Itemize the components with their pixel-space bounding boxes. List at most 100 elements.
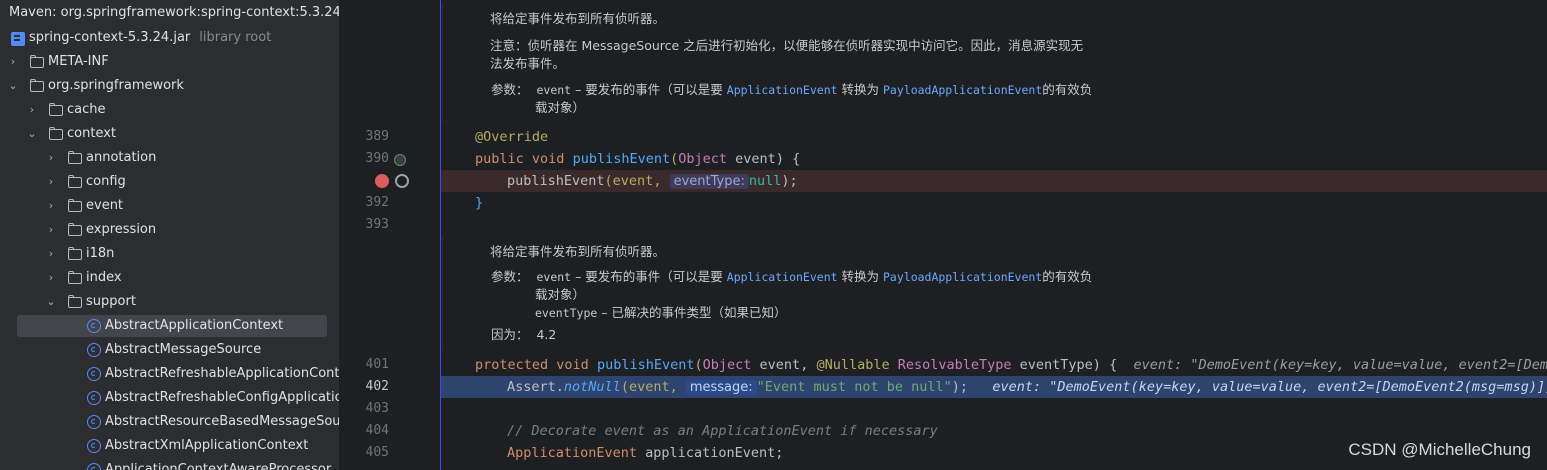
line-number: 401 — [365, 357, 389, 372]
folder-icon — [67, 175, 82, 188]
doc-param2: eventType – 已解决的事件类型（如果已知） — [535, 304, 787, 322]
code-text: ApplicationEvent applicationEvent; — [507, 445, 784, 461]
doc-params-label: 参数： — [491, 269, 529, 284]
doc-param-name: event — [536, 83, 572, 97]
debug-frame-icon[interactable] — [395, 174, 409, 188]
tree-item[interactable]: › META-INF — [0, 50, 339, 74]
chevron-right-icon[interactable]: › — [45, 218, 57, 242]
chevron-down-icon[interactable]: ⌄ — [45, 290, 57, 314]
code-line[interactable]: 392 } — [340, 192, 1547, 214]
code-text: publishEvent(event, eventType: null); — [507, 173, 798, 189]
class-icon — [87, 391, 101, 405]
tree-item[interactable]: › annotation — [0, 146, 339, 170]
doc-link-type[interactable]: ApplicationEvent — [727, 270, 838, 284]
chevron-right-icon[interactable]: › — [45, 146, 57, 170]
tree-item[interactable]: › config — [0, 170, 339, 194]
doc-comment-block: 将给定事件发布到所有侦听器。 参数： event – 要发布的事件（可以是要 A… — [442, 237, 1506, 351]
doc-param-name: eventType — [535, 306, 598, 320]
tree-item-label: support — [86, 294, 136, 309]
chevron-right-icon[interactable]: › — [7, 50, 19, 74]
chevron-down-icon[interactable]: ⌄ — [26, 122, 38, 146]
tree-item[interactable]: › event — [0, 194, 339, 218]
tree-item[interactable]: AbstractXmlApplicationContext — [0, 434, 339, 458]
doc-comment-block: 将给定事件发布到所有侦听器。 注意：侦听器在 MessageSource 之后进… — [442, 4, 1506, 122]
line-number: 402 — [365, 379, 389, 394]
sidebar-title: Maven: org.springframework:spring-contex… — [9, 5, 340, 20]
code-text: protected void publishEvent(Object event… — [475, 354, 1547, 376]
tree-item-label: annotation — [86, 150, 157, 165]
chevron-right-icon[interactable]: › — [45, 170, 57, 194]
tree-item[interactable]: ⌄ org.springframework — [0, 74, 339, 98]
code-line[interactable]: 404 // Decorate event as an ApplicationE… — [340, 420, 1547, 442]
tree-item-label: event — [86, 198, 124, 213]
tree-item[interactable]: ApplicationContextAwareProcessor — [0, 458, 339, 470]
tree-item-label: expression — [86, 222, 157, 237]
tree-item[interactable]: › expression — [0, 218, 339, 242]
folder-icon — [48, 127, 63, 140]
tree-item-label: config — [86, 174, 126, 189]
tree-item-label: spring-context-5.3.24.jar library root — [29, 30, 272, 45]
folder-icon — [67, 223, 82, 236]
tree-item[interactable]: AbstractRefreshableApplicationContex — [0, 362, 339, 386]
code-line-current[interactable]: 402 Assert.notNull(event, message: "Event… — [340, 376, 1547, 398]
tree-item-label: ApplicationContextAwareProcessor — [105, 462, 332, 470]
folder-icon — [29, 55, 44, 68]
code-text: } — [475, 195, 484, 211]
chevron-right-icon[interactable]: › — [45, 242, 57, 266]
doc-param-desc: – 要发布的事件（可以是要 — [571, 82, 727, 97]
folder-icon — [67, 247, 82, 260]
override-gutter-icon[interactable] — [394, 154, 406, 166]
doc-since-value: 4.2 — [536, 327, 557, 342]
tree-item[interactable]: › index — [0, 266, 339, 290]
tree-item-label: AbstractXmlApplicationContext — [105, 438, 309, 453]
line-number: 393 — [365, 217, 389, 232]
code-editor[interactable]: 将给定事件发布到所有侦听器。 注意：侦听器在 MessageSource 之后进… — [340, 0, 1547, 470]
tree-item[interactable]: ⌄ context — [0, 122, 339, 146]
doc-link-type[interactable]: PayloadApplicationEvent — [883, 270, 1042, 284]
doc-summary: 将给定事件发布到所有侦听器。 — [490, 11, 666, 26]
doc-note-line: 注意：侦听器在 MessageSource 之后进行初始化，以便能够在侦听器实现… — [490, 38, 1084, 53]
code-line[interactable]: 401 protected void publishEvent(Object e… — [340, 354, 1547, 376]
folder-icon — [67, 199, 82, 212]
line-number: 403 — [365, 401, 389, 416]
code-line[interactable]: 389 @Override — [340, 126, 1547, 148]
chevron-right-icon[interactable]: › — [26, 98, 38, 122]
tree-item-label: AbstractMessageSource — [105, 342, 262, 357]
doc-param-desc: – 已解决的事件类型（如果已知） — [597, 305, 787, 320]
tree-item[interactable]: AbstractRefreshableConfigApplication( — [0, 386, 339, 410]
line-number: 405 — [365, 445, 389, 460]
folder-icon — [67, 271, 82, 284]
folder-icon — [48, 103, 63, 116]
folder-icon — [29, 79, 44, 92]
doc-link-type[interactable]: PayloadApplicationEvent — [883, 83, 1042, 97]
annotation-token: @Override — [475, 129, 549, 145]
tree-item-label: context — [67, 126, 116, 141]
chevron-right-icon[interactable]: › — [45, 266, 57, 290]
chevron-down-icon[interactable]: ⌄ — [7, 74, 19, 98]
tree-item[interactable]: › cache — [0, 98, 339, 122]
code-line[interactable]: 390 public void publishEvent(Object even… — [340, 148, 1547, 170]
doc-link-type[interactable]: ApplicationEvent — [727, 83, 838, 97]
tree-item[interactable]: spring-context-5.3.24.jar library root — [0, 26, 339, 50]
tree-item[interactable]: ⌄ support — [0, 290, 339, 314]
tree-item-label: AbstractApplicationContext — [105, 318, 284, 333]
chevron-right-icon[interactable]: › — [45, 194, 57, 218]
code-comment: // Decorate event as an ApplicationEvent… — [507, 423, 938, 439]
tree-item[interactable]: AbstractResourceBasedMessageSource — [0, 410, 339, 434]
class-icon — [87, 463, 101, 470]
code-line-breakpoint[interactable]: publishEvent(event, eventType: null); — [340, 170, 1547, 192]
tree-item[interactable]: AbstractMessageSource — [0, 338, 339, 362]
class-icon — [87, 439, 101, 453]
code-line[interactable]: 393 — [340, 214, 1547, 236]
tree-item-label: i18n — [86, 246, 115, 261]
tree-item[interactable]: › i18n — [0, 242, 339, 266]
code-text: public void publishEvent(Object event) { — [475, 151, 801, 167]
tree-item[interactable]: AbstractApplicationContext — [0, 314, 339, 338]
breakpoint-icon[interactable] — [375, 174, 389, 188]
tree-item-label: AbstractResourceBasedMessageSource — [105, 414, 340, 429]
tree-item-label: META-INF — [48, 54, 109, 69]
class-icon — [87, 415, 101, 429]
doc-since: 因为： 4.2 — [491, 326, 556, 344]
debug-inline-value: event: "DemoEvent(key=key, value=value, … — [1133, 357, 1547, 373]
code-line[interactable]: 403 — [340, 398, 1547, 420]
